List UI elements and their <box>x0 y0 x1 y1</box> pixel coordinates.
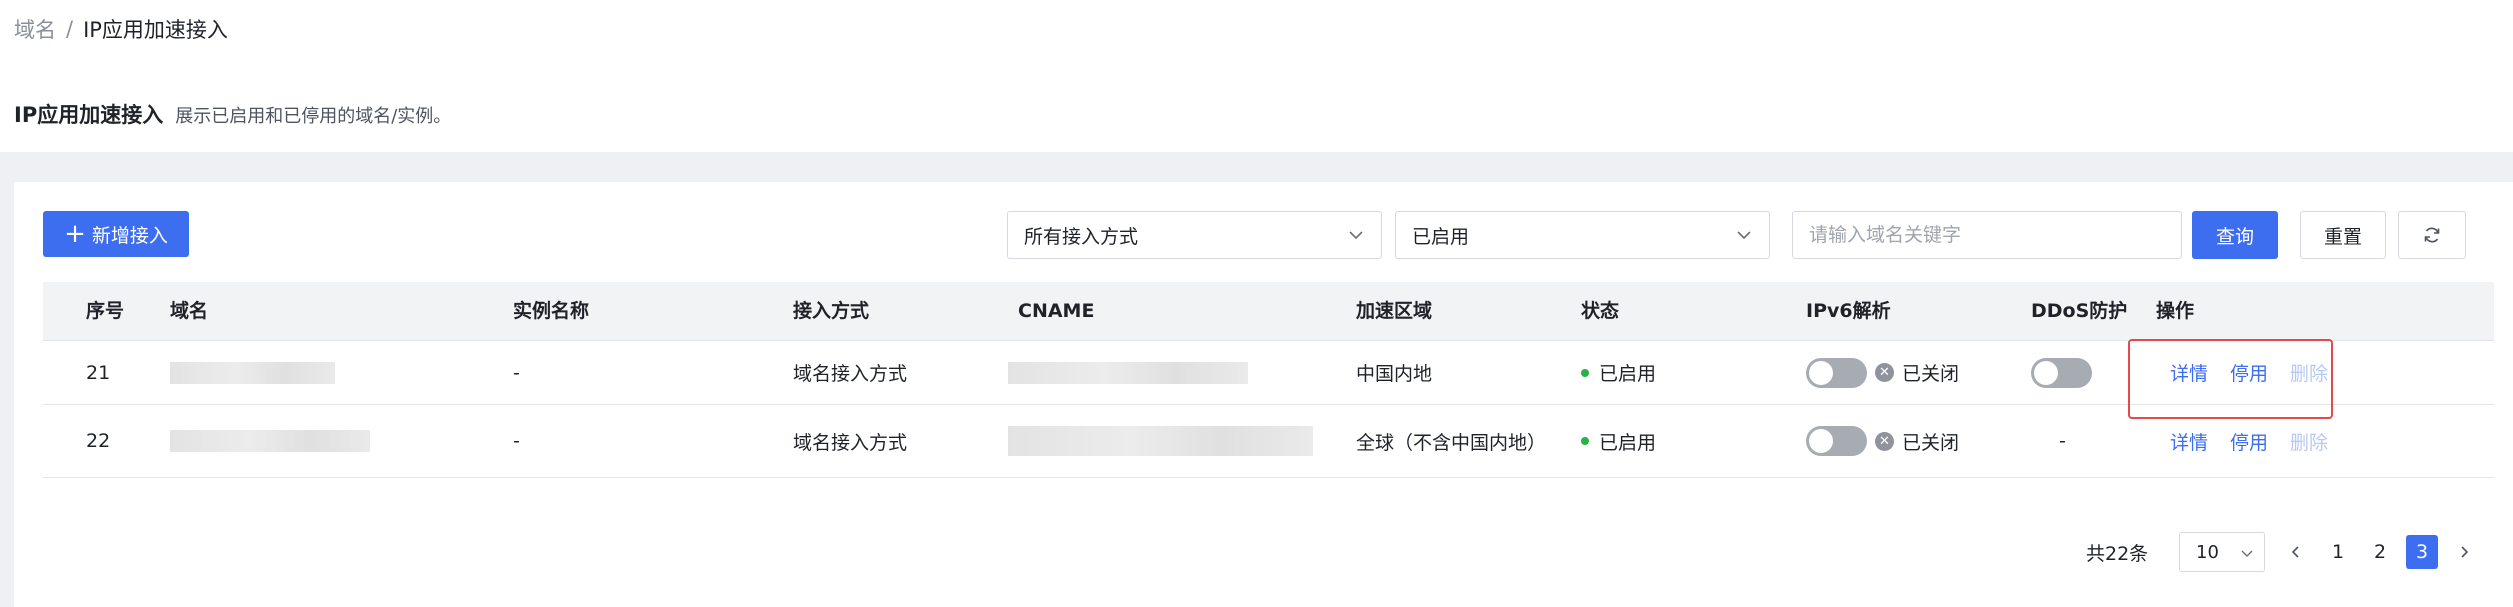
refresh-icon <box>2424 227 2440 243</box>
status-text: 已启用 <box>1599 363 1657 385</box>
cname-cell <box>1008 341 1248 404</box>
redacted-cname <box>1008 361 1248 384</box>
prev-page-button[interactable] <box>2280 535 2312 569</box>
instance-cell: - <box>513 430 520 452</box>
delete-link[interactable]: 删除 <box>2290 428 2328 455</box>
column-header-mode: 接入方式 <box>793 300 870 322</box>
ipv6-cell: ✕ 已关闭 <box>1806 341 1959 404</box>
delete-link[interactable]: 删除 <box>2290 359 2328 386</box>
breadcrumb-current: IP应用加速接入 <box>83 18 228 42</box>
ddos-cell <box>2031 341 2092 404</box>
close-circle-icon: ✕ <box>1875 431 1894 451</box>
chevron-down-icon <box>1349 231 1363 240</box>
column-header-ddos: DDoS防护 <box>2031 300 2128 322</box>
close-circle-icon: ✕ <box>1875 363 1894 382</box>
status-cell: 已启用 <box>1581 405 1656 477</box>
ddos-cell: - <box>2059 430 2066 452</box>
column-header-domain: 域名 <box>170 300 209 322</box>
column-header-cname: CNAME <box>1018 300 1095 322</box>
table-header: 序号 域名 实例名称 接入方式 CNAME 加速区域 状态 IPv6解析 DDo… <box>43 282 2494 341</box>
page-header: 域名 / IP应用加速接入 IP应用加速接入 展示已启用和已停用的域名/实例。 <box>0 0 2513 152</box>
ipv6-toggle[interactable] <box>1806 357 1867 388</box>
ipv6-cell: ✕ 已关闭 <box>1806 405 1959 477</box>
row-index: 22 <box>86 430 111 452</box>
status-dot-icon <box>1581 437 1589 445</box>
page-button-1[interactable]: 1 <box>2322 535 2354 569</box>
column-header-actions: 操作 <box>2156 300 2195 322</box>
plus-icon: + <box>64 219 86 249</box>
table-row: 22 - 域名接入方式 全球（不含中国内地） 已启用 ✕ 已关闭 - 详情 停用… <box>43 405 2494 478</box>
table-row: 21 - 域名接入方式 中国内地 已启用 ✕ 已关闭 详情 停用 删除 <box>43 341 2494 405</box>
pagination-total: 共22条 <box>2086 542 2149 565</box>
page-button-2[interactable]: 2 <box>2364 535 2396 569</box>
access-mode-select[interactable]: 所有接入方式 <box>1007 211 1382 259</box>
status-cell: 已启用 <box>1581 341 1656 404</box>
toggle-knob <box>1809 360 1833 385</box>
chevron-right-icon <box>2461 546 2469 558</box>
instance-cell: - <box>513 361 520 384</box>
access-mode-value: 所有接入方式 <box>1024 225 1139 248</box>
domain-cell <box>170 341 335 404</box>
page-title: IP应用加速接入 <box>14 103 164 127</box>
query-button[interactable]: 查询 <box>2192 211 2278 259</box>
column-header-ipv6: IPv6解析 <box>1806 300 1891 322</box>
add-access-label: 新增接入 <box>91 224 168 247</box>
page-button-3[interactable]: 3 <box>2406 535 2438 569</box>
column-header-instance: 实例名称 <box>513 300 590 322</box>
redacted-domain <box>170 430 370 452</box>
domain-cell <box>170 405 370 477</box>
status-text: 已启用 <box>1599 431 1657 454</box>
redacted-domain <box>170 361 335 384</box>
column-header-index: 序号 <box>86 300 125 322</box>
breadcrumb-separator: / <box>66 17 74 41</box>
chevron-down-icon <box>1737 231 1751 240</box>
ipv6-toggle[interactable] <box>1806 426 1867 456</box>
domain-table: 序号 域名 实例名称 接入方式 CNAME 加速区域 状态 IPv6解析 DDo… <box>43 282 2494 478</box>
detail-link[interactable]: 详情 <box>2170 428 2208 455</box>
chevron-down-icon <box>2241 550 2253 557</box>
column-header-region: 加速区域 <box>1356 300 1433 322</box>
toggle-knob <box>1809 429 1833 453</box>
refresh-button[interactable] <box>2398 211 2466 259</box>
actions-cell: 详情 停用 删除 <box>2170 341 2350 404</box>
ipv6-status-text: 已关闭 <box>1902 431 1960 454</box>
chevron-left-icon <box>2291 546 2299 558</box>
region-cell: 全球（不含中国内地） <box>1356 431 1547 454</box>
status-dot-icon <box>1581 368 1589 377</box>
actions-cell: 详情 停用 删除 <box>2170 405 2350 477</box>
page-description: 展示已启用和已停用的域名/实例。 <box>175 106 452 127</box>
detail-link[interactable]: 详情 <box>2170 359 2208 386</box>
region-cell: 中国内地 <box>1356 363 1433 385</box>
page-size-select[interactable]: 10 <box>2179 532 2265 572</box>
add-access-button[interactable]: + 新增接入 <box>43 211 189 257</box>
status-select[interactable]: 已启用 <box>1395 211 1770 259</box>
page-size-value: 10 <box>2196 541 2219 563</box>
mode-cell: 域名接入方式 <box>793 363 908 385</box>
row-index: 21 <box>86 361 111 384</box>
breadcrumb-domain-link[interactable]: 域名 <box>14 14 56 44</box>
toggle-knob <box>2034 360 2058 385</box>
disable-link[interactable]: 停用 <box>2230 428 2268 455</box>
breadcrumb: 域名 / IP应用加速接入 <box>14 14 228 44</box>
content-card: + 新增接入 所有接入方式 已启用 查询 重置 序号 域名 实例名称 接入方式 … <box>14 182 2513 607</box>
mode-cell: 域名接入方式 <box>793 431 908 454</box>
column-header-status: 状态 <box>1581 300 1620 322</box>
cname-cell <box>1008 405 1313 477</box>
ddos-toggle[interactable] <box>2031 357 2092 388</box>
reset-button[interactable]: 重置 <box>2300 211 2386 259</box>
disable-link[interactable]: 停用 <box>2230 359 2268 386</box>
status-select-value: 已启用 <box>1412 225 1470 248</box>
next-page-button[interactable] <box>2448 535 2480 569</box>
domain-search-input[interactable] <box>1792 211 2182 259</box>
redacted-cname <box>1008 426 1313 456</box>
ipv6-status-text: 已关闭 <box>1902 363 1960 385</box>
